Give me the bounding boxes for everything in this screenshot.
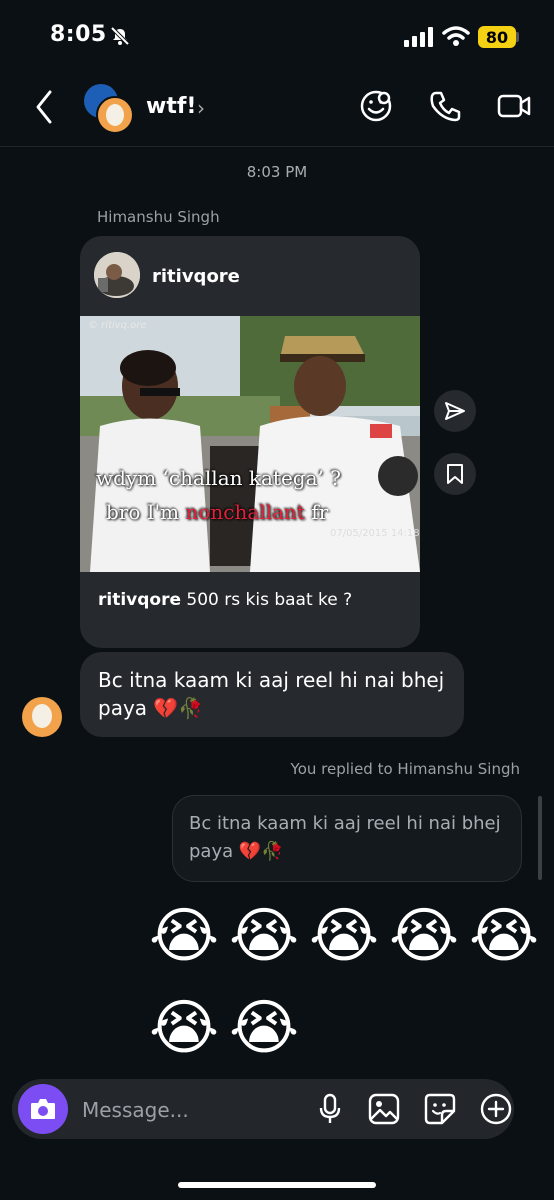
sender-name: Himanshu Singh <box>97 208 220 226</box>
message-timestamp: 8:03 PM <box>246 163 308 181</box>
thumbnail-watermark: © ritivq.ore <box>88 320 147 331</box>
post-author-username[interactable]: ritivqore <box>152 266 240 287</box>
group-avatar[interactable] <box>84 84 136 134</box>
meme-caption-line2: bro I'm nonchallant fr <box>106 500 328 524</box>
image-icon <box>368 1093 400 1125</box>
avatar-front <box>96 96 134 134</box>
phone-icon[interactable] <box>428 88 464 124</box>
bookmark-icon <box>447 464 463 484</box>
meme-caption-highlight: nonchallant <box>185 500 305 524</box>
battery-indicator: 80 <box>478 26 516 48</box>
chevron-right-icon[interactable]: › <box>197 96 205 120</box>
scroll-indicator <box>538 796 542 880</box>
header-divider <box>0 146 554 147</box>
emoji-crying-7[interactable]: 😭 <box>228 992 300 1064</box>
gallery-button[interactable] <box>366 1091 402 1127</box>
thumbnail-date: 07/05/2015 14:18 <box>330 528 420 539</box>
sticker-face-icon[interactable] <box>358 88 394 124</box>
sticker-icon <box>424 1093 456 1125</box>
post-caption: ritivqore 500 rs kis baat ke ? <box>98 590 352 610</box>
emoji-crying-6[interactable]: 😭 <box>148 992 220 1064</box>
bell-muted-icon <box>110 26 130 46</box>
microphone-icon <box>319 1093 341 1123</box>
quoted-reply-text: Bc itna kaam ki aaj reel hi nai bhej pay… <box>189 813 501 862</box>
signal-icon <box>404 27 433 47</box>
sticker-button[interactable] <box>422 1091 458 1127</box>
share-post-button[interactable] <box>434 390 476 432</box>
reply-context-note: You replied to Himanshu Singh <box>290 760 520 778</box>
meme-caption-line1: wdym ‘challan katega’ ? <box>96 466 341 490</box>
emoji-crying-2[interactable]: 😭 <box>228 900 300 972</box>
emoji-crying-5[interactable]: 😭 <box>468 900 540 972</box>
paper-plane-icon <box>445 402 465 420</box>
save-post-button[interactable] <box>434 453 476 495</box>
emoji-crying-3[interactable]: 😭 <box>308 900 380 972</box>
video-camera-icon[interactable] <box>496 88 532 124</box>
emoji-crying-1[interactable]: 😭 <box>148 900 220 972</box>
message-input[interactable] <box>80 1094 304 1126</box>
camera-icon <box>31 1099 55 1119</box>
home-indicator[interactable] <box>178 1182 376 1188</box>
more-button[interactable] <box>478 1091 514 1127</box>
post-thumbnail[interactable]: © ritivq.ore 07/05/2015 14:18 wdym ‘chal… <box>80 316 420 572</box>
caption-text: 500 rs kis baat ke ? <box>181 590 353 610</box>
incoming-message-text: Bc itna kaam ki aaj reel hi nai bhej pay… <box>98 668 445 720</box>
microphone-button[interactable] <box>312 1091 348 1127</box>
incoming-message-bubble[interactable]: Bc itna kaam ki aaj reel hi nai bhej pay… <box>80 652 464 737</box>
post-author-avatar <box>94 252 140 298</box>
chevron-left-icon[interactable] <box>30 88 60 126</box>
caption-username[interactable]: ritivqore <box>98 590 181 610</box>
wifi-icon <box>442 26 470 46</box>
emoji-crying-4[interactable]: 😭 <box>388 900 460 972</box>
quoted-reply-bubble[interactable]: Bc itna kaam ki aaj reel hi nai bhej pay… <box>172 795 522 882</box>
sender-avatar[interactable] <box>22 697 62 737</box>
meme-caption-suffix: fr <box>304 500 329 524</box>
plus-circle-icon <box>480 1093 512 1125</box>
chat-title[interactable]: wtf! <box>146 94 196 119</box>
status-time: 8:05 <box>50 22 107 47</box>
meme-caption-prefix: bro I'm <box>106 500 186 524</box>
battery-tip <box>516 32 519 42</box>
camera-button[interactable] <box>18 1084 68 1134</box>
shared-post-card[interactable]: ritivqore © ritivq.ore 07/05/2015 14:18 … <box>80 236 420 648</box>
